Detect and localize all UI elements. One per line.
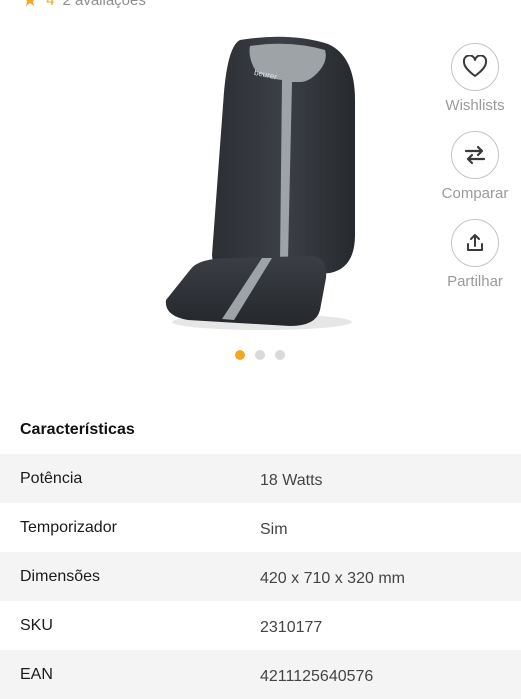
carousel-dot-3[interactable] [275,350,285,360]
wishlist-action[interactable]: Wishlists [436,43,514,114]
spec-row-dimensions: Dimensões 420 x 710 x 320 mm [0,552,521,601]
spec-label: EAN [20,665,53,683]
spec-label: SKU [20,616,53,634]
spec-label: Temporizador [20,518,117,536]
review-count[interactable]: 2 avaliações [62,0,145,9]
spec-value: 4211125640576 [260,667,374,685]
share-icon [467,234,483,251]
heart-icon [462,55,488,77]
spec-row-timer: Temporizador Sim [0,503,521,552]
carousel-indicator [235,350,285,360]
rating-score: 4 [46,0,55,9]
characteristics-title: Características [20,421,135,438]
spec-label: Potência [20,469,83,487]
share-label: Partilhar [447,273,503,290]
carousel-dot-2[interactable] [255,350,265,360]
spec-row-sku: SKU 2310177 [0,601,521,650]
spec-table: Potência 18 Watts Temporizador Sim Dimen… [0,454,521,699]
wishlist-label: Wishlists [445,97,505,114]
compare-label: Comparar [441,185,509,202]
spec-row-ean: EAN 4211125640576 [0,650,521,699]
spec-value: 18 Watts [260,471,323,489]
compare-button[interactable] [451,131,499,179]
star-icon: ★ [22,0,39,10]
spec-row-power: Potência 18 Watts [0,454,521,503]
carousel-dot-1[interactable] [235,350,245,360]
massage-seat-cushion-image: beurer [165,36,355,330]
wishlist-button[interactable] [451,43,499,91]
compare-arrows-icon [464,145,486,165]
spec-value: 2310177 [260,618,323,636]
spec-value: Sim [260,520,288,538]
spec-value: 420 x 710 x 320 mm [260,569,405,587]
compare-action[interactable]: Comparar [436,131,514,202]
rating-summary[interactable]: ★ 4 2 avaliações [22,0,146,10]
spec-label: Dimensões [20,567,101,585]
share-action[interactable]: Partilhar [436,219,514,290]
product-image[interactable]: beurer [150,30,370,335]
share-button[interactable] [451,219,499,267]
